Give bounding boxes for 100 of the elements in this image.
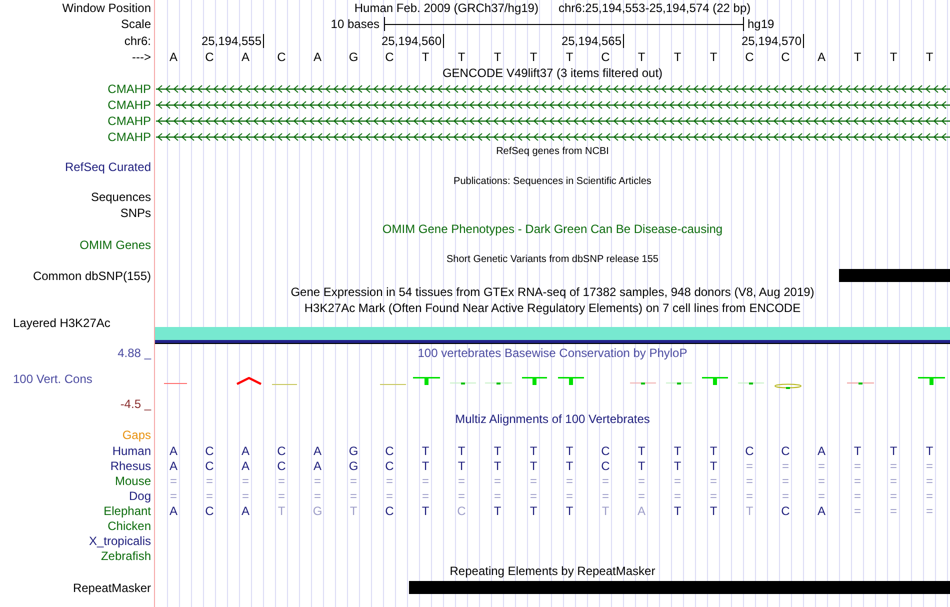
aligned-base: T [494,504,502,518]
aligned-base: T [602,504,610,518]
track-title: Repeating Elements by RepeatMasker [450,564,656,578]
aligned-base: A [169,504,178,518]
track-label[interactable]: Chicken [108,518,151,532]
aligned-base: A [817,504,826,518]
track-label[interactable]: CMAHP [108,114,151,128]
track-label[interactable]: Mouse [114,474,151,488]
ruler-tick-label: 25,194,560 [381,34,444,48]
aligned-base: A [637,504,646,518]
track-label[interactable]: RepeatMasker [72,580,151,594]
aligned-base: = [350,474,357,488]
track-label[interactable]: SNPs [120,206,151,220]
aligned-base: C [385,444,394,458]
row-label: Scale [120,17,151,31]
aligned-base: = [170,474,177,488]
sequence-base: T [890,50,898,64]
aligned-base: = [746,474,753,488]
sequence-base: C [205,50,214,64]
aligned-base: T [674,444,682,458]
aligned-base: C [457,504,466,518]
sequence-base: C [745,50,754,64]
axis-max-label: 4.88 _ [118,346,151,360]
strand-label: ---> [132,50,151,64]
track-title: Gene Expression in 54 tissues from GTEx RNA-seq of 17382 samples, 948 donors (V8, Aug 2019) [290,285,814,299]
aligned-base: C [745,444,754,458]
track-label[interactable]: Dog [128,488,151,502]
track-title: RefSeq genes from NCBI [496,146,609,158]
aligned-base: = [926,458,933,472]
aligned-base: T [638,444,646,458]
aligned-base: T [926,444,934,458]
track-label[interactable]: 100 Vert. Cons [13,372,92,386]
track-title: Short Genetic Variants from dbSNP release 155 [446,254,658,266]
sequence-base: T [638,50,646,64]
track-label[interactable]: Human [112,444,151,458]
ruler-tick-label: 25,194,565 [561,34,624,48]
aligned-base: = [782,488,789,502]
aligned-base: T [566,504,574,518]
aligned-base: T [530,504,538,518]
track-title: 100 vertebrates Basewise Conservation by PhyloP [418,346,688,360]
aligned-base: C [781,504,790,518]
aligned-base: = [242,474,249,488]
track-label[interactable]: CMAHP [108,82,151,96]
track-label[interactable]: Layered H3K27Ac [13,316,110,330]
aligned-base: T [458,458,466,472]
aligned-base: = [746,488,753,502]
track-label[interactable]: X_tropicalis [88,534,151,548]
aligned-base: = [494,474,501,488]
aligned-base: T [566,458,574,472]
aligned-base: C [781,444,790,458]
track-label[interactable]: Common dbSNP(155) [32,268,151,282]
assembly-label: hg19 [748,17,774,31]
aligned-base: = [278,488,285,502]
track-label[interactable]: CMAHP [108,130,151,144]
aligned-base: T [278,504,286,518]
aligned-base: = [602,488,609,502]
aligned-base: = [422,474,429,488]
track-label[interactable]: OMIM Genes [80,238,151,252]
aligned-base: = [206,488,213,502]
track-label[interactable]: Sequences [90,190,151,204]
sequence-base: T [710,50,718,64]
aligned-base: = [458,474,465,488]
track-label[interactable]: Rhesus [110,458,151,472]
aligned-base: A [241,504,250,518]
aligned-base: C [385,458,394,472]
sequence-base: T [566,50,574,64]
ruler-tick-label: 25,194,570 [741,34,804,48]
aligned-base: = [854,488,861,502]
track-label[interactable]: Elephant [104,504,151,518]
track-title: Publications: Sequences in Scientific Articles [454,176,652,188]
aligned-base: A [169,458,178,472]
aligned-base: = [854,504,861,518]
sequence-base: T [854,50,862,64]
aligned-base: = [602,474,609,488]
aligned-base: G [348,444,358,458]
aligned-base: C [277,444,286,458]
sequence-base: G [348,50,358,64]
aligned-base: T [854,444,862,458]
sequence-base: A [169,50,178,64]
aligned-base: T [530,458,538,472]
aligned-base: = [638,474,645,488]
track-label[interactable]: RefSeq Curated [64,160,151,174]
track-label[interactable]: CMAHP [108,98,151,112]
aligned-base: = [206,474,213,488]
aligned-base: = [782,458,789,472]
sequence-base: A [313,50,322,64]
aligned-base: T [530,444,538,458]
aligned-base: = [890,488,897,502]
aligned-base: = [530,474,537,488]
aligned-base: = [530,488,537,502]
aligned-base: T [494,444,502,458]
track-label[interactable]: Zebrafish [100,548,151,562]
aligned-base: T [890,444,898,458]
aligned-base: C [601,444,610,458]
aligned-base: = [494,488,501,502]
aligned-base: C [601,458,610,472]
aligned-base: = [710,474,717,488]
aligned-base: A [169,444,178,458]
aligned-base: = [674,488,681,502]
aligned-base: T [422,444,430,458]
